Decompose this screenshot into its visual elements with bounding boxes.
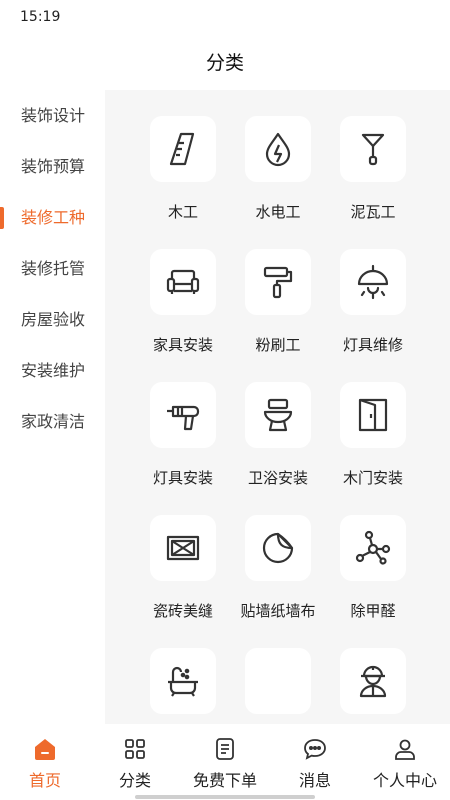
grid-item-label: 除甲醛	[350, 602, 396, 620]
paint-roller-icon	[263, 266, 293, 299]
grid-item-blank[interactable]	[228, 622, 328, 724]
user-profile-icon	[395, 739, 415, 760]
tab-free-order[interactable]: 免费下单	[180, 724, 270, 794]
worker-icon	[359, 665, 387, 698]
home-indicator	[135, 795, 315, 799]
sidebar-item-housekeeping[interactable]: 家政清洁	[0, 398, 105, 449]
sofa-icon	[166, 269, 200, 294]
drill-icon	[167, 405, 200, 431]
sidebar-item-renovation-trades[interactable]: 装修工种	[0, 194, 105, 245]
order-form-icon	[216, 738, 234, 760]
grid-item-worker[interactable]	[323, 622, 423, 724]
home-icon	[35, 739, 55, 760]
bottom-tab-bar: 首页 分类 免费下单 消息 个人中心	[0, 724, 450, 800]
sidebar-item-house-inspection[interactable]: 房屋验收	[0, 296, 105, 347]
sidebar-item-decoration-design[interactable]: 装饰设计	[0, 92, 105, 143]
tab-home[interactable]: 首页	[0, 724, 90, 794]
icon-tile	[245, 515, 311, 581]
icon-tile	[150, 382, 216, 448]
message-bubble-icon	[304, 739, 326, 760]
carpentry-ruler-icon	[169, 132, 195, 166]
icon-tile	[245, 382, 311, 448]
icon-tile	[150, 116, 216, 182]
tab-label: 个人中心	[372, 771, 437, 790]
icon-tile	[150, 648, 216, 714]
icon-tile	[340, 648, 406, 714]
grid-item-lamp-repair[interactable]: 灯具维修	[323, 223, 423, 356]
grid-item-label: 木门安装	[342, 469, 403, 487]
wallpaper-icon	[262, 532, 294, 564]
category-sidebar: 装饰设计 装饰预算 装修工种 装修托管 房屋验收 安装维护 家政清洁	[0, 92, 105, 449]
icon-tile	[150, 515, 216, 581]
tab-messages[interactable]: 消息	[270, 724, 360, 794]
page-title: 分类	[205, 52, 244, 74]
grid-item-masonry[interactable]: 泥瓦工	[323, 90, 423, 223]
door-icon	[358, 398, 388, 432]
icon-tile	[340, 116, 406, 182]
sidebar-item-install-maintenance[interactable]: 安装维护	[0, 347, 105, 398]
tab-profile[interactable]: 个人中心	[360, 724, 450, 794]
toilet-icon	[263, 398, 293, 432]
sidebar-item-renovation-management[interactable]: 装修托管	[0, 245, 105, 296]
water-electric-icon	[265, 132, 291, 167]
icon-tile	[340, 515, 406, 581]
molecule-icon	[355, 530, 391, 565]
tab-category[interactable]: 分类	[90, 724, 180, 794]
trowel-icon	[361, 133, 385, 166]
status-time: 15:19	[20, 9, 61, 25]
bathtub-icon	[168, 666, 198, 697]
blank-icon	[245, 648, 311, 714]
status-bar: 15:19	[0, 0, 450, 36]
icon-tile	[340, 382, 406, 448]
sidebar-item-decoration-budget[interactable]: 装饰预算	[0, 143, 105, 194]
tile-icon	[166, 535, 200, 561]
ceiling-lamp-icon	[357, 264, 389, 300]
icon-tile	[245, 249, 311, 315]
grid-item-label: 泥瓦工	[350, 203, 396, 221]
category-grid-icon	[125, 739, 145, 759]
category-grid: 木工 水电工 泥瓦工 家具安装 粉刷工 灯具维修 灯具安装 卫浴安装 木门安装 …	[105, 90, 450, 724]
grid-item-door-install[interactable]: 木门安装	[323, 356, 423, 489]
grid-item-label: 灯具维修	[342, 336, 403, 354]
grid-item-formaldehyde-removal[interactable]: 除甲醛	[323, 489, 423, 622]
icon-tile	[150, 249, 216, 315]
grid-item-bathtub[interactable]	[133, 622, 233, 724]
icon-tile	[245, 116, 311, 182]
icon-tile	[340, 249, 406, 315]
